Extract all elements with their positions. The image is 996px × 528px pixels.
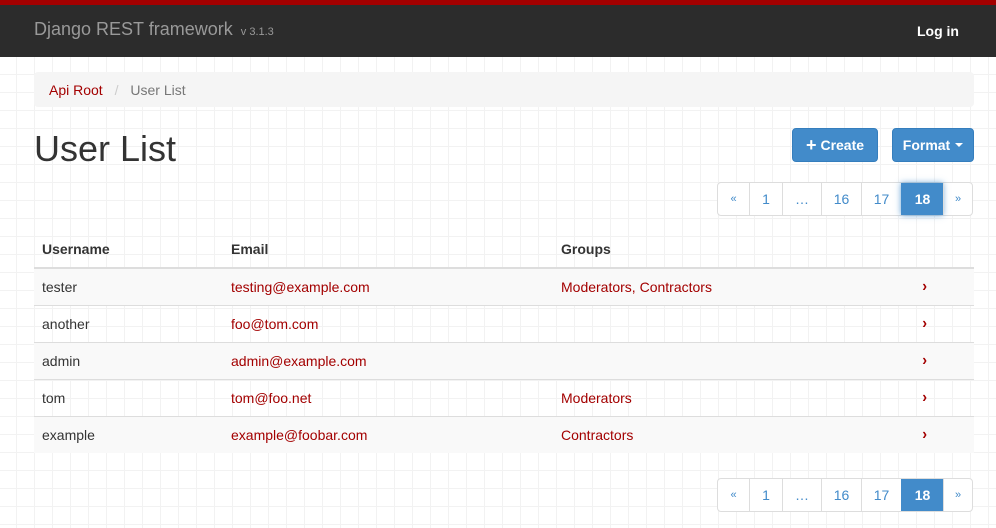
brand[interactable]: Django REST framework v 3.1.3 bbox=[34, 19, 274, 40]
cell-username: admin bbox=[34, 342, 223, 380]
cell-username: example bbox=[34, 416, 223, 453]
caret-down-icon bbox=[955, 143, 964, 147]
pagination-prev[interactable]: « bbox=[718, 479, 749, 511]
pagination-page[interactable]: 1 bbox=[749, 479, 782, 511]
breadcrumb-api-root[interactable]: Api Root bbox=[49, 82, 103, 98]
chevron-right-icon[interactable]: › bbox=[922, 426, 927, 444]
chevron-right-icon[interactable]: › bbox=[922, 352, 927, 370]
user-table: Username Email Groups tester testing@exa… bbox=[34, 230, 974, 453]
table-row: admin admin@example.com › bbox=[34, 342, 974, 380]
chevron-right-icon[interactable]: › bbox=[922, 315, 927, 333]
plus-icon: + bbox=[805, 135, 817, 155]
pagination-prev[interactable]: « bbox=[718, 183, 749, 215]
pagination-page[interactable]: 1 bbox=[749, 183, 782, 215]
table-row: another foo@tom.com › bbox=[34, 305, 974, 343]
create-button[interactable]: + Create bbox=[792, 128, 878, 162]
pagination-next[interactable]: » bbox=[943, 183, 972, 215]
header-email: Email bbox=[223, 230, 553, 269]
page-title: User List bbox=[34, 128, 177, 169]
pagination-bottom: « 1 … 16 17 18 » bbox=[717, 478, 973, 512]
pagination-page-current[interactable]: 18 bbox=[901, 183, 943, 215]
email-link[interactable]: foo@tom.com bbox=[231, 316, 318, 332]
format-button-label: Format bbox=[902, 137, 951, 153]
breadcrumb-user-list: User List bbox=[130, 82, 186, 98]
pagination-next[interactable]: » bbox=[943, 479, 972, 511]
brand-name: Django REST framework bbox=[34, 19, 233, 39]
table-row: tester testing@example.com Moderators, C… bbox=[34, 268, 974, 306]
pagination-ellipsis: … bbox=[782, 183, 821, 215]
email-link[interactable]: tom@foo.net bbox=[231, 390, 311, 406]
header-groups: Groups bbox=[553, 230, 914, 269]
breadcrumb-separator: / bbox=[114, 82, 119, 98]
chevron-right-icon[interactable]: › bbox=[922, 389, 927, 407]
cell-username: tester bbox=[34, 268, 223, 306]
groups-link[interactable]: Contractors bbox=[561, 427, 633, 443]
cell-username: tom bbox=[34, 379, 223, 417]
pagination-ellipsis: … bbox=[782, 479, 821, 511]
navbar: Django REST framework v 3.1.3 Log in bbox=[0, 0, 996, 57]
pagination-top: « 1 … 16 17 18 » bbox=[717, 182, 973, 216]
table-row: tom tom@foo.net Moderators › bbox=[34, 379, 974, 417]
chevron-right-icon[interactable]: › bbox=[922, 278, 927, 296]
groups-link[interactable]: Moderators bbox=[561, 390, 632, 406]
format-dropdown-button[interactable]: Format bbox=[892, 128, 974, 162]
pagination-page[interactable]: 16 bbox=[821, 479, 861, 511]
pagination-page[interactable]: 17 bbox=[861, 479, 901, 511]
create-button-label: Create bbox=[820, 137, 865, 153]
table-header-row: Username Email Groups bbox=[34, 230, 974, 269]
login-link[interactable]: Log in bbox=[917, 23, 959, 39]
email-link[interactable]: admin@example.com bbox=[231, 353, 367, 369]
version-label: v 3.1.3 bbox=[240, 26, 274, 38]
email-link[interactable]: example@foobar.com bbox=[231, 427, 367, 443]
breadcrumb: Api Root / User List bbox=[34, 72, 974, 107]
pagination-page[interactable]: 17 bbox=[861, 183, 901, 215]
pagination-page[interactable]: 16 bbox=[821, 183, 861, 215]
cell-username: another bbox=[34, 305, 223, 343]
groups-link[interactable]: Moderators, Contractors bbox=[561, 279, 712, 295]
email-link[interactable]: testing@example.com bbox=[231, 279, 370, 295]
header-actions bbox=[914, 230, 974, 269]
header-username: Username bbox=[34, 230, 223, 269]
pagination-page-current[interactable]: 18 bbox=[901, 479, 943, 511]
table-row: example example@foobar.com Contractors › bbox=[34, 416, 974, 453]
